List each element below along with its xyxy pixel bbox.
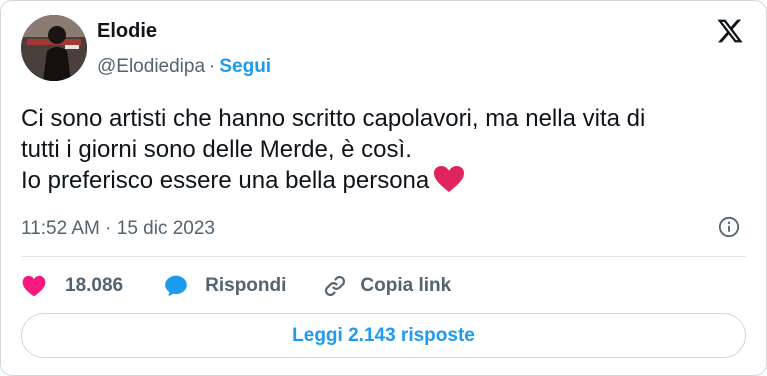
copy-link-label: Copia link	[360, 275, 452, 296]
tweet-actions: 18.086 Rispondi Copia link	[21, 272, 451, 300]
tweet-text-line: Io preferisco essere una bella persona	[21, 165, 751, 196]
tweet-text-line-content: Io preferisco essere una bella persona	[21, 167, 430, 194]
author-handle[interactable]: @Elodiedipa	[97, 56, 205, 77]
author-handle-row: @Elodiedipa · Segui	[97, 55, 271, 79]
avatar-image	[21, 15, 87, 81]
red-heart-emoji-icon	[433, 165, 465, 193]
like-button[interactable]: 18.086	[21, 273, 123, 299]
reply-label: Rispondi	[205, 275, 287, 296]
heart-icon	[21, 273, 47, 299]
reply-button[interactable]: Rispondi	[163, 273, 286, 299]
like-count: 18.086	[65, 275, 124, 296]
link-icon	[322, 273, 348, 299]
avatar[interactable]	[21, 15, 87, 81]
tweet-text: Ci sono artisti che hanno scritto capola…	[21, 103, 751, 196]
copy-link-button[interactable]: Copia link	[322, 273, 451, 299]
tweet-timestamp[interactable]: 11:52 AM · 15 dic 2023	[21, 217, 215, 241]
tweet-text-line: Ci sono artisti che hanno scritto capola…	[21, 105, 646, 132]
divider	[21, 256, 746, 257]
tweet-card: Elodie @Elodiedipa · Segui Ci sono artisti…	[0, 0, 767, 376]
info-icon[interactable]	[718, 216, 740, 238]
speech-bubble-icon	[163, 273, 189, 299]
separator-dot: ·	[209, 56, 216, 77]
x-logo-icon[interactable]	[716, 17, 744, 45]
tweet-text-line: tutti i giorni sono delle Merde, è così.	[21, 136, 412, 163]
follow-button[interactable]: Segui	[219, 56, 271, 77]
read-replies-button[interactable]: Leggi 2.143 risposte	[21, 313, 746, 358]
author-display-name[interactable]: Elodie	[97, 19, 157, 43]
